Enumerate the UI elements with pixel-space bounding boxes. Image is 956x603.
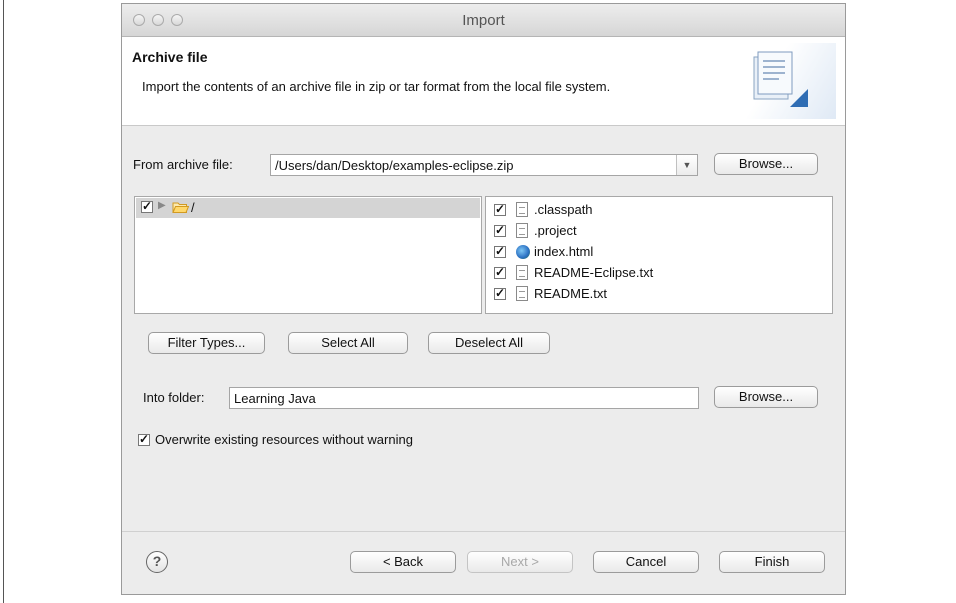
page-description: Import the contents of an archive file i…	[142, 79, 611, 94]
cancel-button[interactable]: Cancel	[593, 551, 699, 573]
file-checkbox[interactable]: ✓	[494, 224, 506, 237]
file-list[interactable]: ✓ .classpath ✓ .project ✓ index.html ✓ R…	[485, 196, 833, 314]
into-folder-value: Learning Java	[234, 391, 316, 406]
file-row[interactable]: ✓ index.html	[494, 242, 824, 263]
file-name: .classpath	[534, 202, 593, 217]
file-row[interactable]: ✓ README.txt	[494, 284, 824, 305]
file-icon	[516, 223, 528, 238]
file-icon	[516, 265, 528, 280]
file-checkbox[interactable]: ✓	[494, 203, 506, 216]
back-button[interactable]: < Back	[350, 551, 456, 573]
page-title: Archive file	[132, 49, 208, 65]
folder-tree[interactable]: ✓ ▶ /	[134, 196, 482, 314]
globe-icon	[516, 245, 530, 259]
footer-divider	[122, 531, 845, 532]
archive-file-combo[interactable]: /Users/dan/Desktop/examples-eclipse.zip …	[270, 154, 698, 176]
file-icon	[516, 202, 528, 217]
file-name: .project	[534, 223, 577, 238]
import-wizard-icon	[740, 43, 836, 119]
import-dialog: Import Archive file Import the contents …	[121, 3, 846, 595]
file-row[interactable]: ✓ .project	[494, 221, 824, 242]
overwrite-label[interactable]: Overwrite existing resources without war…	[155, 432, 413, 447]
file-name: README-Eclipse.txt	[534, 265, 654, 280]
select-all-button[interactable]: Select All	[288, 332, 408, 354]
file-icon	[516, 286, 528, 301]
file-row[interactable]: ✓ .classpath	[494, 200, 824, 221]
tree-row-root[interactable]: ✓ ▶ /	[136, 198, 480, 218]
archive-file-label: From archive file:	[133, 157, 233, 172]
into-folder-field[interactable]: Learning Java	[229, 387, 699, 409]
wizard-banner: Archive file Import the contents of an a…	[122, 37, 845, 126]
finish-button[interactable]: Finish	[719, 551, 825, 573]
disclosure-triangle-icon[interactable]: ▶	[158, 200, 166, 211]
file-checkbox[interactable]: ✓	[494, 266, 506, 279]
next-button[interactable]: Next >	[467, 551, 573, 573]
archive-browse-button[interactable]: Browse...	[714, 153, 818, 175]
tree-root-label: /	[191, 200, 195, 215]
deselect-all-button[interactable]: Deselect All	[428, 332, 550, 354]
into-folder-label: Into folder:	[143, 390, 205, 405]
file-name: index.html	[534, 244, 594, 259]
page-edge-line	[3, 0, 4, 603]
root-checkbox[interactable]: ✓	[141, 200, 153, 213]
file-checkbox[interactable]: ✓	[494, 287, 506, 300]
file-name: README.txt	[534, 286, 607, 301]
overwrite-checkbox[interactable]: ✓	[138, 433, 150, 446]
folder-browse-button[interactable]: Browse...	[714, 386, 818, 408]
file-checkbox[interactable]: ✓	[494, 245, 506, 258]
title-bar[interactable]: Import	[122, 4, 845, 37]
folder-icon	[172, 202, 189, 213]
filter-types-button[interactable]: Filter Types...	[148, 332, 265, 354]
archive-file-path: /Users/dan/Desktop/examples-eclipse.zip	[275, 158, 514, 173]
chevron-down-icon[interactable]: ▼	[676, 155, 697, 175]
file-row[interactable]: ✓ README-Eclipse.txt	[494, 263, 824, 284]
window-title: Import	[462, 12, 505, 29]
help-icon[interactable]: ?	[146, 551, 168, 573]
